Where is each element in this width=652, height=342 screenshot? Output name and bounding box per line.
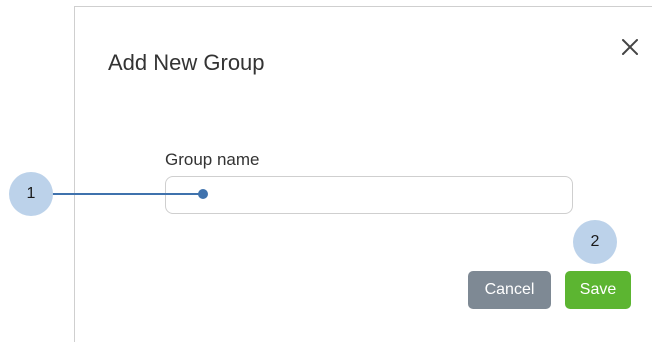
add-group-dialog: Add New Group Group name Cancel Save (74, 6, 652, 342)
close-icon[interactable] (620, 37, 640, 57)
callout-badge-2: 2 (573, 220, 617, 264)
callout-badge-1: 1 (9, 172, 53, 216)
group-name-input[interactable] (165, 176, 573, 214)
save-button[interactable]: Save (565, 271, 631, 309)
screenshot-stage: Add New Group Group name Cancel Save 1 2 (0, 0, 652, 342)
dialog-title: Add New Group (108, 50, 265, 75)
cancel-button[interactable]: Cancel (468, 271, 551, 309)
callout-1-pointer-line (50, 193, 204, 195)
group-name-label: Group name (165, 150, 260, 169)
callout-1-pointer-dot (198, 189, 208, 199)
